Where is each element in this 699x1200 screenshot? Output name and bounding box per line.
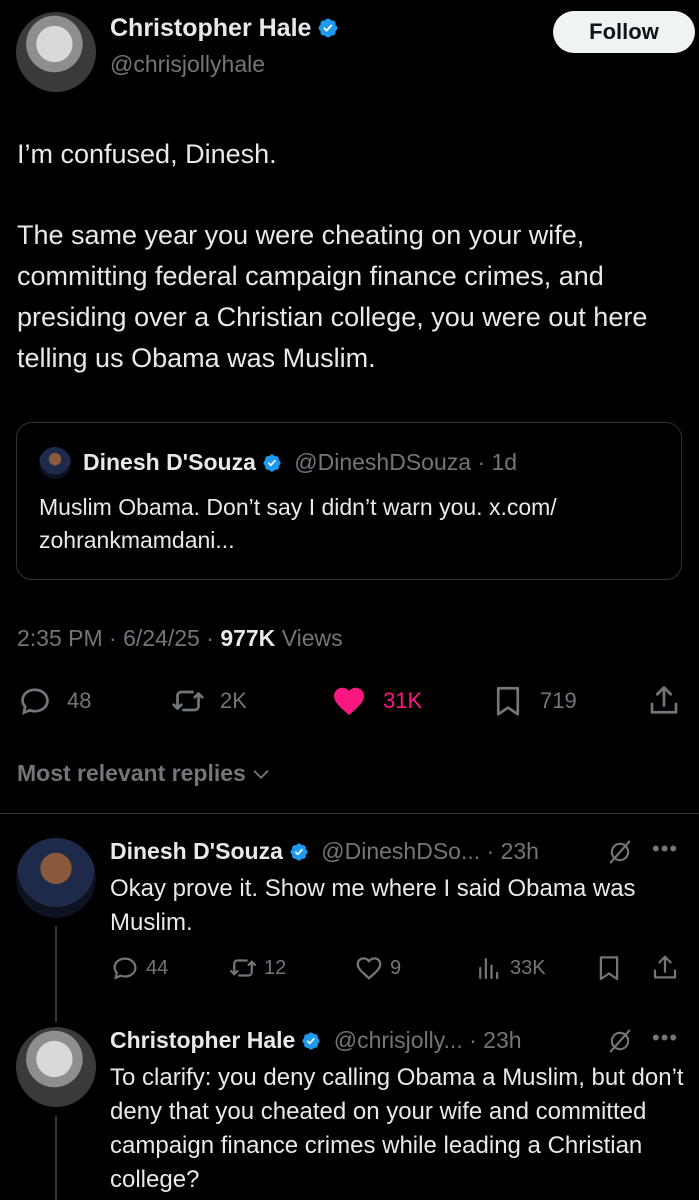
heart-icon — [334, 687, 364, 716]
chevron-down-icon — [253, 769, 269, 779]
reply-views-count: 33K — [510, 956, 546, 979]
verified-badge-icon — [302, 1032, 320, 1050]
author-handle[interactable]: @chrisjollyhale — [110, 51, 265, 78]
reply-icon — [113, 957, 137, 980]
bookmark-icon — [496, 686, 520, 716]
verified-badge-icon — [263, 454, 281, 472]
reply-reply-count: 44 — [146, 956, 169, 979]
reply-text: To clarify: you deny calling Obama a Mus… — [110, 1064, 684, 1193]
reply-icon — [21, 688, 49, 715]
section-divider — [0, 813, 699, 814]
follow-button[interactable]: Follow — [553, 11, 695, 53]
quote-time: · 1d — [477, 449, 518, 475]
quote-text: Muslim Obama. Don’t say I didn’t warn yo… — [39, 494, 557, 553]
repost-count: 2K — [220, 688, 247, 713]
share-button[interactable] — [646, 683, 682, 719]
author-avatar[interactable] — [16, 12, 96, 92]
tweet-time[interactable]: 2:35 PM — [17, 625, 103, 651]
thread-line — [55, 1116, 57, 1200]
tweet-text-body: The same year you were cheating on your … — [17, 220, 648, 373]
quote-author-row: Dinesh D'Souza @DineshDSouza · 1d — [83, 449, 517, 476]
reply-text: Okay prove it. Show me where I said Obam… — [110, 875, 636, 936]
thread-line — [55, 926, 57, 1022]
views-label: Views — [281, 625, 343, 651]
views-chart-icon — [479, 958, 499, 980]
more-options-icon[interactable]: ••• — [652, 836, 678, 862]
grok-icon[interactable] — [606, 1027, 634, 1055]
reply-author-row: Christopher Hale @chrisjolly... · 23h — [110, 1027, 522, 1054]
reply-reply-button[interactable]: 44 — [110, 953, 168, 983]
replies-sort-dropdown[interactable]: Most relevant replies — [17, 760, 272, 787]
bookmark-icon[interactable] — [594, 953, 624, 983]
replies-header-label: Most relevant replies — [17, 760, 246, 786]
quoted-tweet[interactable]: Dinesh D'Souza @DineshDSouza · 1d Muslim… — [16, 422, 682, 580]
quote-author-name: Dinesh D'Souza — [83, 449, 256, 475]
verified-badge-icon — [290, 843, 308, 861]
quote-author-handle: @DineshDSouza — [294, 449, 472, 475]
reply-author-avatar[interactable] — [16, 1027, 96, 1107]
reply-button[interactable]: 48 — [17, 683, 91, 719]
reply-author-handle[interactable]: @chrisjolly... — [334, 1027, 463, 1053]
reply-author-name[interactable]: Dinesh D'Souza — [110, 838, 283, 864]
reply-author-row: Dinesh D'Souza @DineshDSo... · 23h — [110, 838, 539, 865]
bookmark-count: 719 — [540, 688, 577, 713]
tweet-text-line1: I’m confused, Dinesh. — [17, 139, 277, 169]
reply-repost-count: 12 — [264, 956, 287, 979]
reply-time: · 23h — [486, 838, 539, 864]
reply-like-button[interactable]: 9 — [354, 953, 401, 983]
tweet-meta: 2:35 PM · 6/24/25 · 977K Views — [17, 625, 343, 652]
more-options-icon[interactable]: ••• — [652, 1025, 678, 1051]
like-button[interactable]: 31K — [331, 683, 422, 719]
repost-icon — [230, 959, 256, 977]
verified-badge-icon — [319, 18, 338, 38]
author-name[interactable]: Christopher Hale — [110, 14, 311, 42]
reply-views-button[interactable]: 33K — [474, 953, 546, 983]
reply-author-avatar[interactable] — [16, 838, 96, 918]
reply-author-name[interactable]: Christopher Hale — [110, 1027, 295, 1053]
reply-repost-button[interactable]: 12 — [228, 953, 286, 983]
quote-author-avatar — [39, 447, 71, 479]
meta-separator: · — [109, 625, 117, 651]
grok-icon[interactable] — [606, 838, 634, 866]
tweet-date[interactable]: 6/24/25 — [123, 625, 200, 651]
heart-outline-icon — [356, 957, 382, 980]
share-icon — [650, 686, 678, 714]
bookmark-button[interactable]: 719 — [490, 683, 577, 719]
repost-button[interactable]: 2K — [170, 683, 247, 719]
views-count: 977K — [220, 625, 276, 651]
author-name-row[interactable]: Christopher Hale — [110, 14, 339, 43]
reply-author-handle[interactable]: @DineshDSo... — [321, 838, 480, 864]
reply-time: · 23h — [469, 1027, 522, 1053]
like-count: 31K — [383, 688, 423, 713]
reply-like-count: 9 — [390, 956, 402, 979]
repost-icon — [172, 690, 204, 712]
reply-count: 48 — [67, 688, 92, 713]
share-icon[interactable] — [650, 953, 680, 983]
meta-separator: · — [206, 625, 214, 651]
